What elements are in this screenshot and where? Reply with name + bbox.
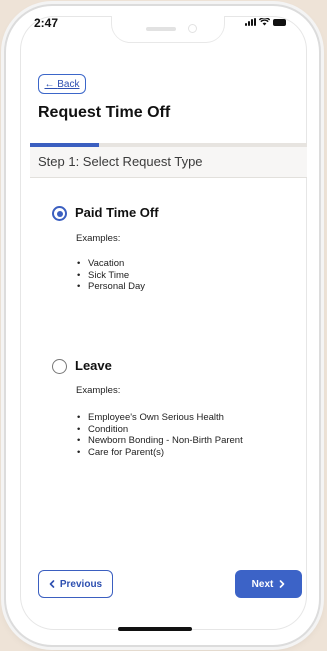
list-item: Newborn Bonding - Non-Birth Parent — [76, 435, 243, 447]
next-label: Next — [251, 578, 274, 590]
page-title: Request Time Off — [38, 104, 171, 121]
list-item: Personal Day — [76, 281, 145, 293]
list-item-continuation: Condition — [76, 424, 243, 436]
camera-icon — [188, 24, 197, 33]
chevron-left-icon — [49, 580, 55, 588]
option-label: Leave — [75, 358, 112, 373]
list-item: Sick Time — [76, 270, 145, 282]
status-icons — [245, 18, 286, 26]
battery-icon — [273, 18, 286, 26]
previous-button[interactable]: Previous — [38, 570, 113, 598]
signal-icon — [245, 18, 256, 26]
examples-list: Employee's Own Serious Health Condition … — [76, 412, 243, 458]
list-item: Care for Parent(s) — [76, 447, 243, 459]
option-label: Paid Time Off — [75, 205, 159, 220]
phone-notch — [112, 16, 224, 42]
radio-paid-time-off[interactable] — [52, 206, 67, 221]
wifi-icon — [259, 18, 270, 26]
step-label: Step 1: Select Request Type — [38, 154, 203, 169]
examples-label: Examples: — [76, 385, 121, 396]
previous-label: Previous — [59, 578, 103, 590]
home-indicator[interactable] — [118, 627, 192, 631]
back-label: Back — [57, 78, 80, 90]
list-item: Vacation — [76, 258, 145, 270]
examples-list: Vacation Sick Time Personal Day — [76, 258, 145, 293]
speaker — [146, 27, 176, 31]
next-button[interactable]: Next — [235, 570, 302, 598]
status-time: 2:47 — [34, 16, 59, 30]
back-button[interactable]: ← Back — [38, 74, 86, 94]
examples-label: Examples: — [76, 233, 121, 244]
radio-leave[interactable] — [52, 359, 67, 374]
back-arrow-icon: ← — [44, 78, 55, 90]
step-header: Step 1: Select Request Type — [30, 147, 307, 178]
chevron-right-icon — [280, 580, 285, 588]
list-item: Employee's Own Serious Health — [76, 412, 243, 424]
